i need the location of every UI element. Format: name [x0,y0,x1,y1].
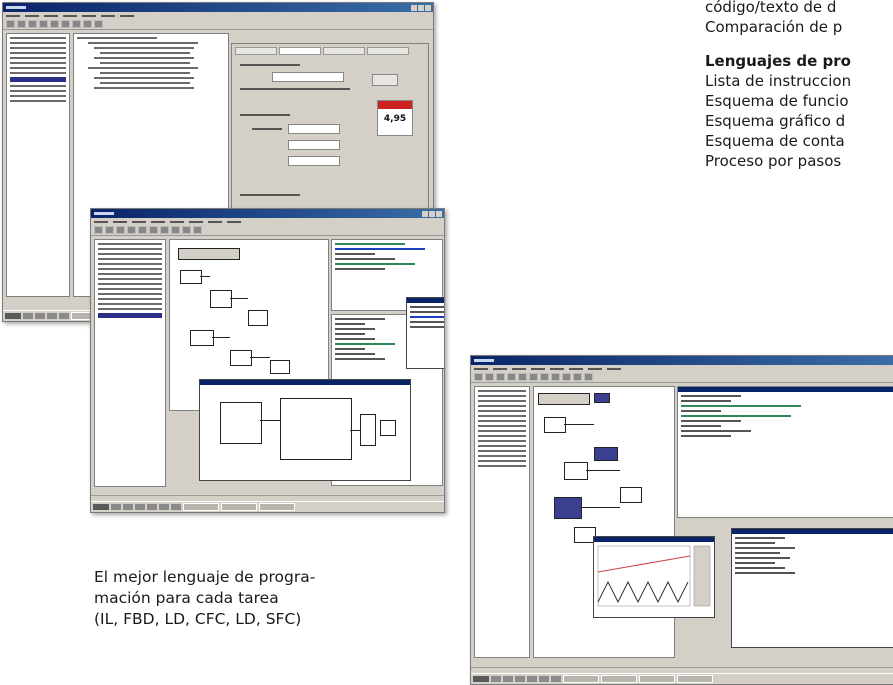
figure-caption: El mejor lenguaje de progra- mación para… [94,567,315,630]
window-titlebar [91,209,444,218]
section-heading: Lenguajes de pro [705,52,851,70]
cfc-editor-popup [199,379,411,481]
language-list-item: Lista de instruccion [705,72,852,90]
trend-chart-popup [593,536,715,618]
calendar-badge-icon: 4,95 [377,100,413,136]
text-line: código/texto de d [705,0,837,16]
toolbar [3,19,433,30]
caption-line: mación para cada tarea [94,589,279,607]
os-taskbar [471,673,893,684]
language-list-item: Proceso por pasos [705,152,842,170]
os-taskbar [91,501,444,512]
screenshot-window-2 [90,208,445,513]
variable-list-popup [731,528,893,648]
toolbar [91,225,444,236]
menu-bar [3,12,433,19]
language-list-item: Esquema de funcio [705,92,849,110]
language-list-item: Esquema de conta [705,132,845,150]
badge-value: 4,95 [383,114,407,124]
screenshot-window-3 [470,355,893,685]
language-list-item: Esquema gráfico d [705,112,846,130]
menu-bar [91,218,444,225]
code-pane [677,386,893,518]
caption-line: El mejor lenguaje de progra- [94,568,316,586]
feature-text-column: código/texto de d Comparación de p Lengu… [705,0,893,171]
toolbar [471,372,893,383]
menu-bar [471,365,893,372]
popup-code-window [406,297,444,369]
window-titlebar [471,356,893,365]
caption-line: (IL, FBD, LD, CFC, LD, SFC) [94,610,302,628]
text-line: Comparación de p [705,18,843,36]
project-tree-pane [474,386,530,658]
window-titlebar [3,3,433,12]
trend-graph [597,545,711,607]
project-tree-pane [6,33,70,297]
project-tree-pane [94,239,166,487]
